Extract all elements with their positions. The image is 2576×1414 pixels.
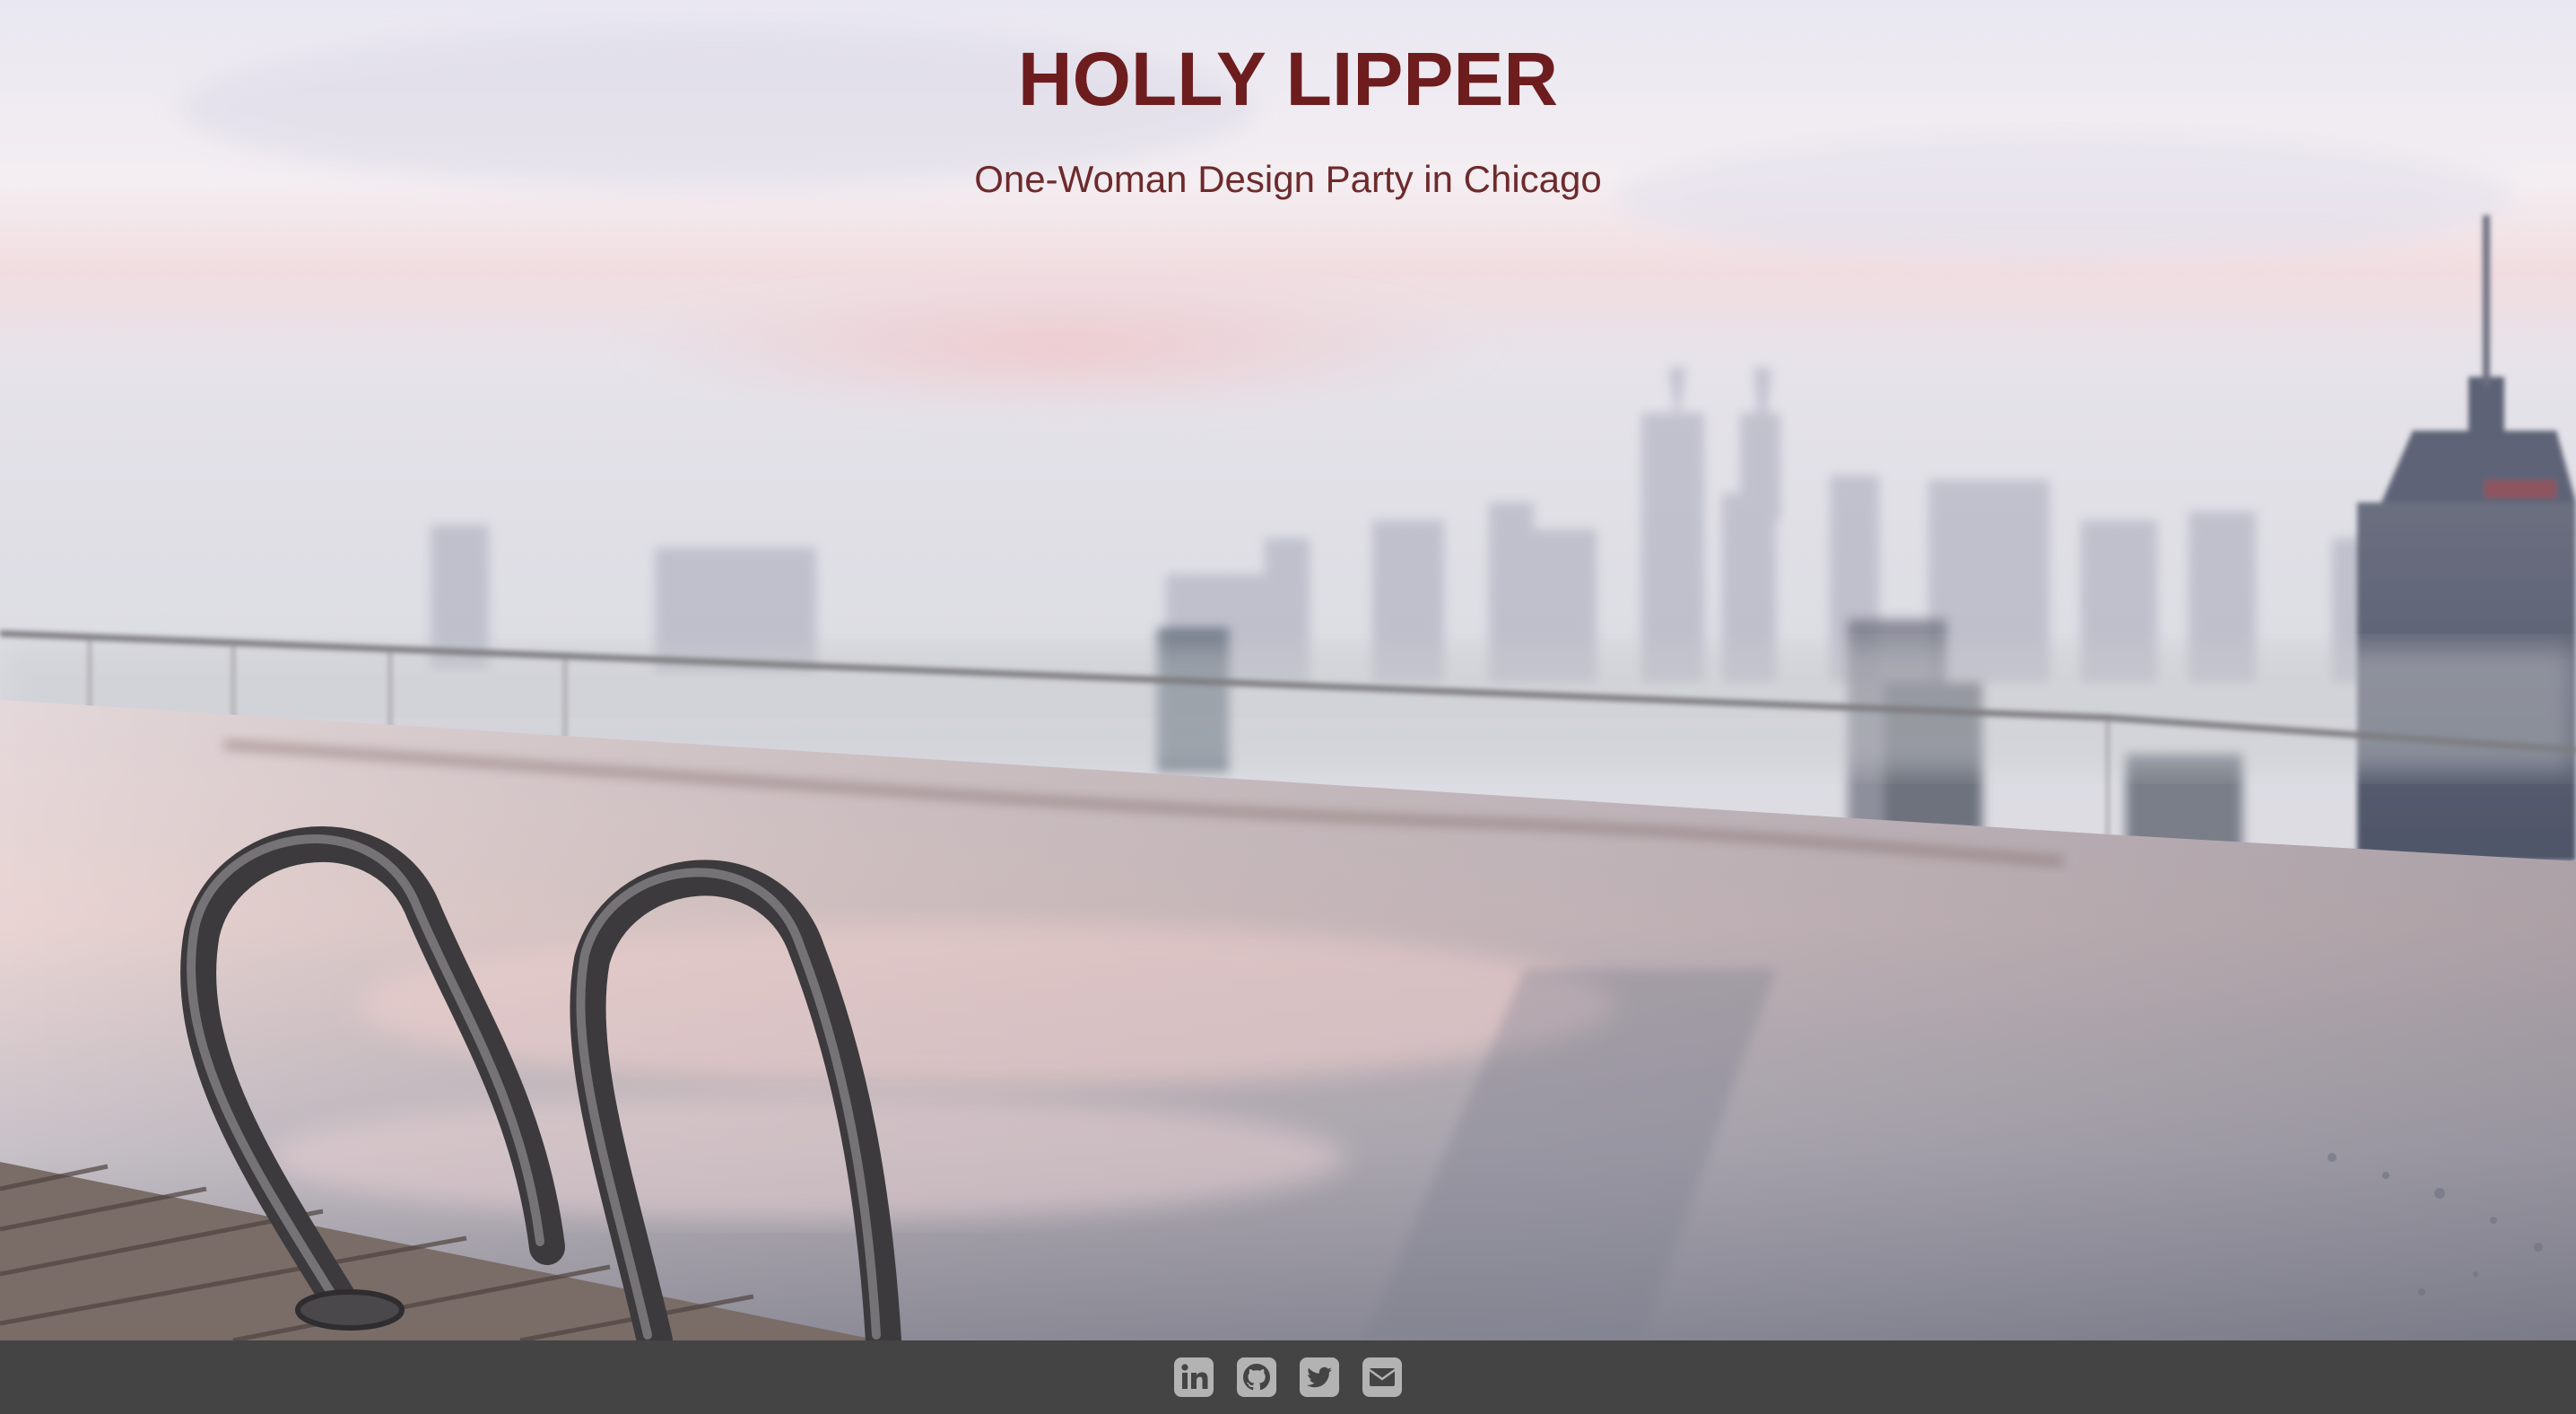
github-link[interactable] — [1236, 1357, 1277, 1398]
twitter-link[interactable] — [1299, 1357, 1340, 1398]
hero-background: HOLLY LIPPER One-Woman Design Party in C… — [0, 0, 2576, 1340]
site-title: HOLLY LIPPER — [1017, 37, 1559, 121]
twitter-icon — [1300, 1357, 1339, 1397]
github-icon — [1237, 1357, 1276, 1397]
email-link[interactable] — [1362, 1357, 1403, 1398]
linkedin-icon — [1174, 1357, 1214, 1397]
footer — [0, 1340, 2576, 1414]
email-icon — [1362, 1357, 1402, 1397]
linkedin-link[interactable] — [1173, 1357, 1214, 1398]
site-subtitle: One-Woman Design Party in Chicago — [974, 158, 1602, 200]
